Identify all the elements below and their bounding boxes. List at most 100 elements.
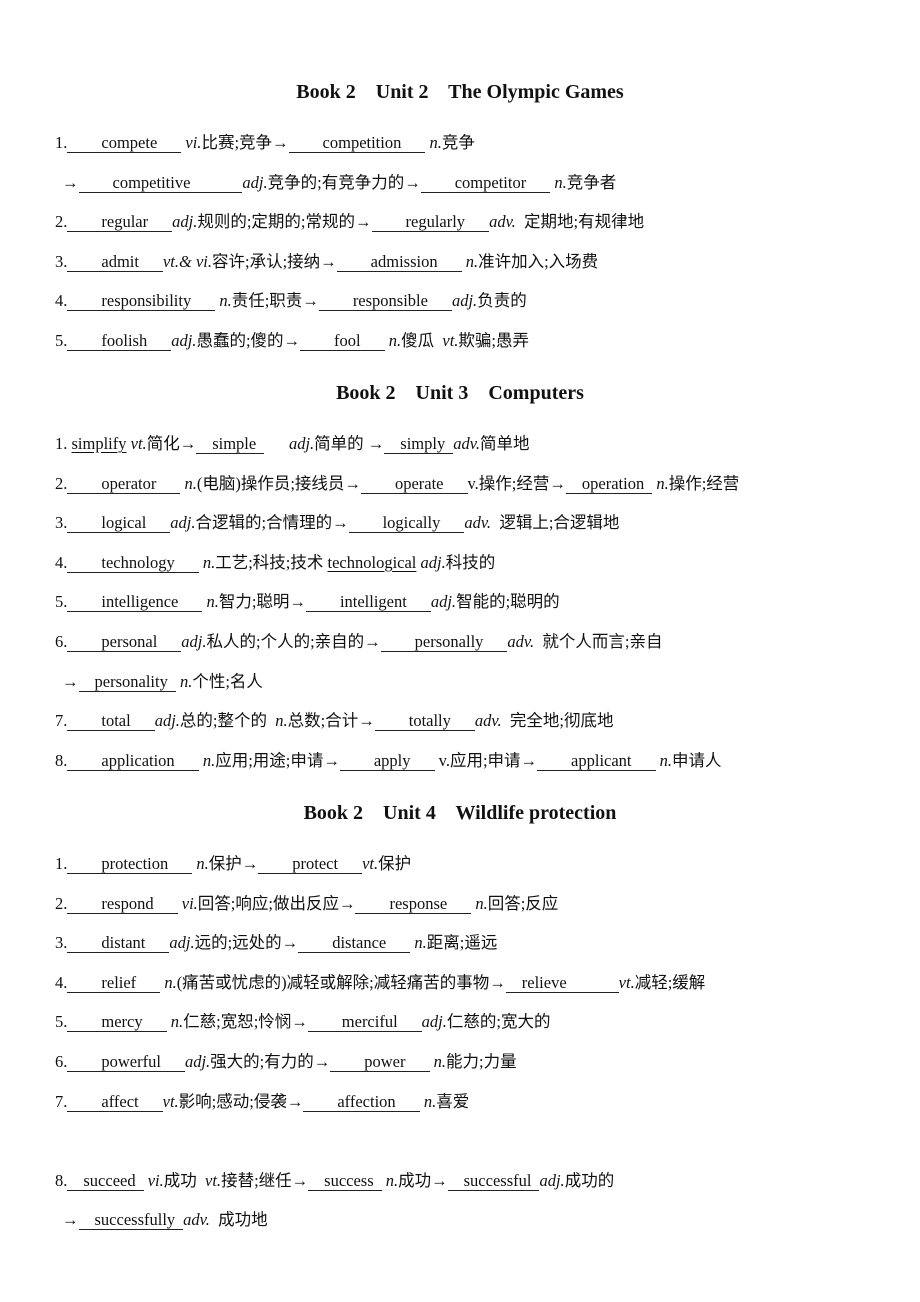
text-segment: 成功→ [398,1170,448,1190]
part-of-speech: n. [202,552,216,572]
part-of-speech: n. [206,592,219,612]
answer-blank: successfully [78,1210,184,1231]
part-of-speech: adj. [172,212,198,232]
part-of-speech: adj. [539,1170,565,1190]
part-of-speech: n. [423,1091,437,1111]
part-of-speech: n. [184,473,197,493]
part-of-speech: n. [475,893,488,913]
text-segment: 回答;反应 [487,893,559,913]
vocab-line: 7. total adj.总的;整个的 n.总数;合计→ totally adv. 完全… [55,710,613,732]
part-of-speech: n. [219,291,232,311]
answer-blank: relief [67,973,161,993]
text-segment: 仁慈的;宽大的 [446,1012,551,1032]
answer-blank: power [330,1052,430,1072]
answer-blank: responsibility [67,291,216,312]
text-segment: 5. [55,331,68,350]
part-of-speech: n. [388,331,402,350]
text-segment: 能力;力量 [446,1052,517,1071]
text-segment: 欺骗;愚弄 [458,331,530,350]
answer-blank: merciful [307,1012,422,1033]
answer-blank: compete [67,133,182,153]
part-of-speech: vi. [147,1170,164,1190]
text-segment: 竞争者 [566,172,617,192]
part-of-speech: vt. [362,854,379,873]
answer-blank: distance [298,933,411,954]
part-of-speech: adj. [288,434,315,453]
text-segment: 5. [55,592,68,612]
part-of-speech: n. [659,750,673,770]
answer-blank: competition [288,133,426,153]
answer-blank: operator [67,474,181,494]
text-segment: 逻辑上;合逻辑地 [491,513,620,533]
text-segment: 2. [55,473,68,493]
part-of-speech: vt. [442,331,459,350]
text-segment: 保护 [378,854,412,873]
vocab-line: 1. protection n.保护→ protect vt.保护 [55,853,411,875]
text-segment: 责任;职责→ [231,291,319,311]
text-segment: 4. [55,552,68,572]
text-segment: v.应用;申请→ [434,750,538,770]
text-segment: 喜爱 [436,1091,470,1111]
answer-blank: simple [196,434,265,454]
part-of-speech: n. [385,1170,399,1190]
part-of-speech: vt. [162,1091,179,1111]
part-of-speech: adv. [474,711,502,731]
part-of-speech: adv. [489,212,516,232]
answer-blank: powerful [67,1052,185,1072]
answer-blank: response [355,894,472,914]
part-of-speech: adv. [464,513,492,533]
part-of-speech: n. [164,972,177,992]
answer-blank: simply [384,434,454,454]
part-of-speech: vt. [618,972,635,992]
part-of-speech: n. [414,933,427,953]
text-segment: 仁慈;宽恕;怜悯→ [183,1012,308,1032]
part-of-speech: adj. [171,331,197,350]
part-of-speech: adj. [169,933,195,953]
answer-blank: distant [67,933,170,954]
part-of-speech: n. [275,711,288,731]
part-of-speech: n. [433,1052,446,1071]
vocab-line: 8. succeed vi.成功 vt.接替;继任→ success n.成功→ su… [55,1170,614,1192]
part-of-speech: adj. [242,172,268,192]
answer-blank: success [308,1171,382,1191]
part-of-speech: adj. [420,552,446,572]
answer-blank: regularly [371,212,490,233]
vocab-line: → successfully adv. 成功地 [62,1209,268,1231]
part-of-speech: n. [429,133,442,152]
answer-blank: total [67,711,155,732]
vocab-line: 6. personal adj.私人的;个人的;亲自的→ personally adv.… [55,631,662,653]
answer-blank: totally [374,711,475,732]
answer-blank: responsible [318,291,452,312]
answer-blank: relieve [505,973,619,993]
text-segment: 应用;用途;申请→ [215,750,340,770]
part-of-speech: adv. [453,434,480,453]
vocab-line: 8. application n.应用;用途;申请→ apply v.应用;申请→ a… [55,750,722,772]
text-segment: 成功的 [564,1170,615,1190]
answer-blank: competitor [420,173,551,193]
text-segment: 3. [55,933,68,953]
vocab-line: → personality n.个性;名人 [62,671,263,693]
part-of-speech: adj. [184,1052,211,1071]
text-segment: 7. [55,711,68,731]
vocab-line: 3. admit vt.& vi.容许;承认;接纳→ admission n.准许加入… [55,251,598,273]
text-segment: 简化→ [146,434,197,453]
text-segment: v.操作;经营→ [467,473,566,493]
vocab-line: 2. respond vi.回答;响应;做出反应→ response n.回答;反应 [55,893,558,915]
text-segment: 个性;名人 [192,671,263,691]
text-segment: 1. [55,854,68,873]
part-of-speech: n. [656,473,669,493]
vocab-line: 4. responsibility n.责任;职责→ responsible adj.… [55,290,527,312]
text-segment [264,434,289,453]
answer-blank: applicant [537,751,656,771]
answer-blank: application [67,751,199,771]
vocab-line: 2. operator n.(电脑)操作员;接线员→ operate v.操作;经营→… [55,473,739,495]
text-segment: 简单的 → [314,434,385,453]
part-of-speech: vi. [185,133,202,152]
text-segment: 科技的 [445,552,496,572]
section-heading: Book 2 Unit 2 The Olympic Games [296,81,624,103]
part-of-speech: n. [179,671,193,691]
text-segment: 距离;遥远 [426,933,498,953]
vocab-line: 5. intelligence n.智力;聪明→ intelligent adj.智能… [55,591,560,613]
vocab-line: 5. foolish adj.愚蠢的;傻的→ fool n.傻瓜 vt.欺骗;愚弄 [55,330,529,352]
vocab-line: 4. relief n.(痛苦或忧虑的)减轻或解除;减轻痛苦的事物→ relieve… [55,972,705,994]
